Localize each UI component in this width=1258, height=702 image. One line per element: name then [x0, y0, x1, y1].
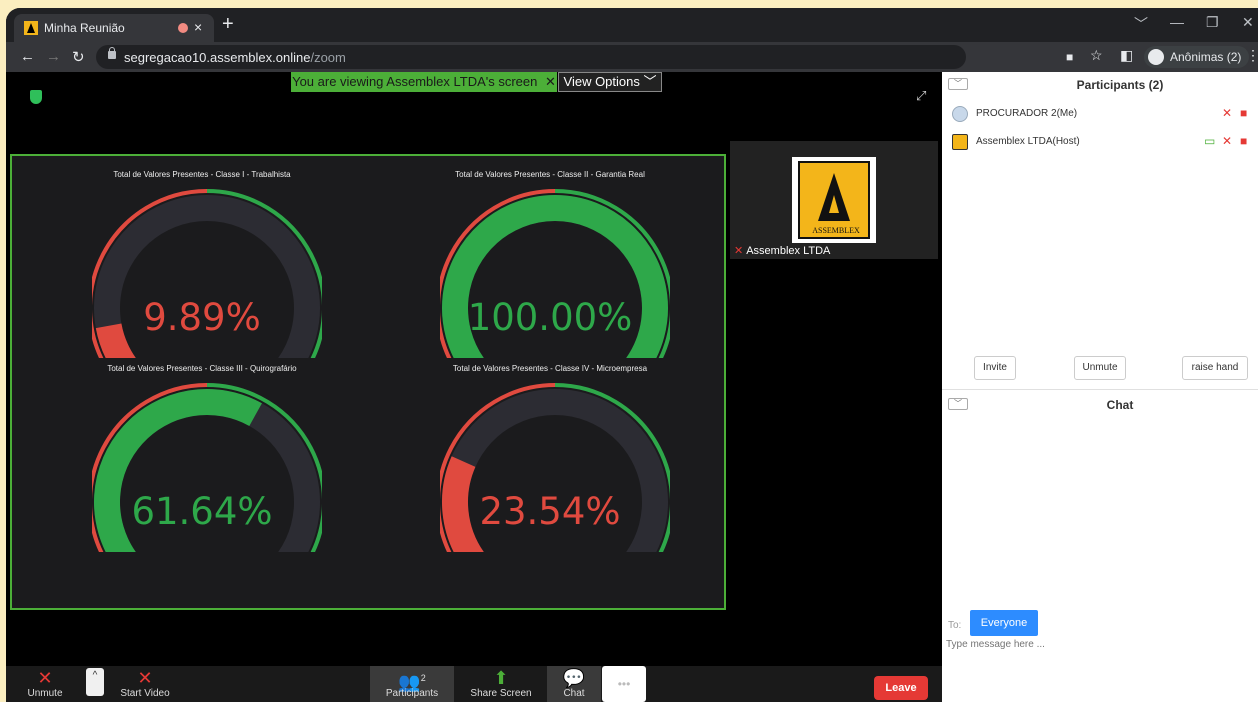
chat-recipient-select[interactable]: Everyone — [970, 610, 1038, 636]
gauge-value: 61.64% — [131, 490, 273, 533]
participants-title: Participants (2) — [1076, 78, 1164, 92]
lock-icon — [108, 47, 116, 59]
assemblex-favicon-icon — [24, 21, 38, 35]
meeting-area: You are viewing Assemblex LTDA's screen … — [6, 72, 942, 702]
close-window-button[interactable]: ✕ — [1242, 14, 1254, 31]
new-tab-button[interactable]: + — [222, 13, 234, 36]
video-off-icon: ■ — [1240, 106, 1248, 120]
profile-label: Anônimas (2) — [1170, 50, 1242, 64]
minimize-button[interactable]: — — [1170, 14, 1184, 30]
participant-row[interactable]: Assemblex LTDA(Host) ▭ ✕ ■ — [952, 132, 1252, 152]
url-text: segregacao10.assemblex.online/zoom — [124, 50, 346, 65]
audio-options-caret[interactable]: ^ — [86, 668, 104, 696]
bookmark-star-icon[interactable]: ☆ — [1090, 47, 1103, 64]
avatar — [952, 134, 968, 150]
gauge-card: Total de Valores Presentes - Classe III … — [32, 350, 372, 560]
meeting-controls-bar: ✕ Unmute ^ ✕ Start Video 👥2 Participants… — [6, 666, 942, 702]
start-video-button[interactable]: ✕ Start Video — [110, 666, 180, 702]
incognito-icon — [1148, 49, 1164, 65]
raise-hand-button[interactable]: raise hand — [1182, 356, 1248, 380]
gauge-card: Total de Valores Presentes - Classe I - … — [32, 156, 372, 366]
back-arrow-icon[interactable]: ← — [20, 48, 35, 65]
gauge-card: Total de Valores Presentes - Classe IV -… — [380, 350, 720, 560]
screen-share-icon: ▭ — [1204, 134, 1216, 148]
tab-strip: Minha Reunião × + ﹀ — ❐ ✕ — [6, 8, 1258, 42]
panel-divider — [942, 389, 1258, 390]
assemblex-logo: ASSEMBLEX — [792, 157, 876, 243]
muted-mic-icon: ✕ — [1222, 106, 1233, 120]
camera-icon[interactable]: ■ — [1066, 50, 1073, 64]
gauge-card: Total de Valores Presentes - Classe II -… — [380, 156, 720, 366]
browser-tab[interactable]: Minha Reunião × — [14, 14, 214, 42]
gauge-title: Total de Valores Presentes - Classe I - … — [113, 170, 291, 179]
security-shield-icon — [30, 90, 42, 104]
browser-window: Minha Reunião × + ﹀ — ❐ ✕ ← → ↻ segregac… — [6, 8, 1258, 702]
muted-mic-icon: ✕ — [734, 245, 744, 257]
side-panel-icon[interactable]: ◧ — [1120, 47, 1133, 64]
view-options-button[interactable]: View Options ﹀ — [558, 72, 662, 92]
chat-button[interactable]: 💬 Chat — [547, 666, 601, 702]
unmute-participants-button[interactable]: Unmute — [1074, 356, 1126, 380]
video-off-icon: ✕ — [137, 668, 153, 688]
avatar — [952, 106, 968, 122]
chat-bubble-icon: 💬 — [562, 668, 586, 688]
gauge-title: Total de Valores Presentes - Classe IV -… — [452, 364, 648, 373]
tab-search-button[interactable]: ﹀ — [1134, 14, 1148, 34]
chat-message-input[interactable] — [946, 636, 1246, 652]
address-toolbar: ← → ↻ segregacao10.assemblex.online/zoom… — [6, 42, 1258, 72]
share-screen-button[interactable]: ⬆ Share Screen — [461, 666, 541, 702]
tab-title: Minha Reunião — [44, 21, 125, 35]
side-panel: ﹀ Participants (2) PROCURADOR 2(Me) ✕ ■ … — [942, 72, 1258, 702]
leave-button[interactable]: Leave — [874, 676, 928, 700]
incognito-profile-button[interactable]: Anônimas (2) — [1144, 46, 1250, 68]
muted-mic-icon: ✕ — [1222, 134, 1233, 148]
expand-icon[interactable]: ⤢ — [916, 88, 926, 104]
video-tile-name: ✕ Assemblex LTDA — [734, 245, 831, 257]
muted-mic-icon: ✕ — [545, 74, 556, 89]
screen-share-banner: You are viewing Assemblex LTDA's screen … — [291, 72, 557, 92]
participant-video-tile[interactable]: ASSEMBLEX ✕ Assemblex LTDA — [730, 141, 938, 259]
tab-close-button[interactable]: × — [194, 19, 202, 35]
unmute-button[interactable]: ✕ Unmute — [20, 666, 70, 702]
gauge-value: 100.00% — [467, 296, 633, 339]
muted-mic-icon: ✕ — [37, 668, 53, 688]
gauge-title: Total de Valores Presentes - Classe II -… — [455, 170, 645, 179]
address-bar[interactable]: segregacao10.assemblex.online/zoom — [96, 45, 966, 69]
more-options-button[interactable]: ••• — [602, 666, 646, 702]
participant-name: PROCURADOR 2(Me) — [976, 108, 1078, 119]
forward-arrow-icon[interactable]: → — [46, 48, 61, 65]
gauge-title: Total de Valores Presentes - Classe III … — [107, 364, 297, 373]
share-screen-icon: ⬆ — [493, 668, 509, 688]
invite-button[interactable]: Invite — [974, 356, 1016, 380]
shared-screen: Total de Valores Presentes - Classe I - … — [10, 154, 726, 610]
participants-icon: 👥2 — [398, 672, 426, 692]
gauge-value: 23.54% — [479, 490, 621, 533]
maximize-button[interactable]: ❐ — [1206, 14, 1219, 31]
chat-to-label: To: — [948, 620, 962, 631]
reload-icon[interactable]: ↻ — [72, 48, 85, 66]
gauge-value: 9.89% — [143, 296, 261, 339]
menu-kebab-icon[interactable]: ⋮ — [1246, 47, 1258, 64]
participant-row[interactable]: PROCURADOR 2(Me) ✕ ■ — [952, 104, 1252, 124]
video-off-icon: ■ — [1240, 134, 1248, 148]
participant-name: Assemblex LTDA(Host) — [976, 136, 1080, 147]
chat-title: Chat — [1106, 398, 1134, 412]
recording-indicator-icon — [178, 23, 188, 33]
participants-button[interactable]: 👥2 Participants — [370, 666, 454, 702]
